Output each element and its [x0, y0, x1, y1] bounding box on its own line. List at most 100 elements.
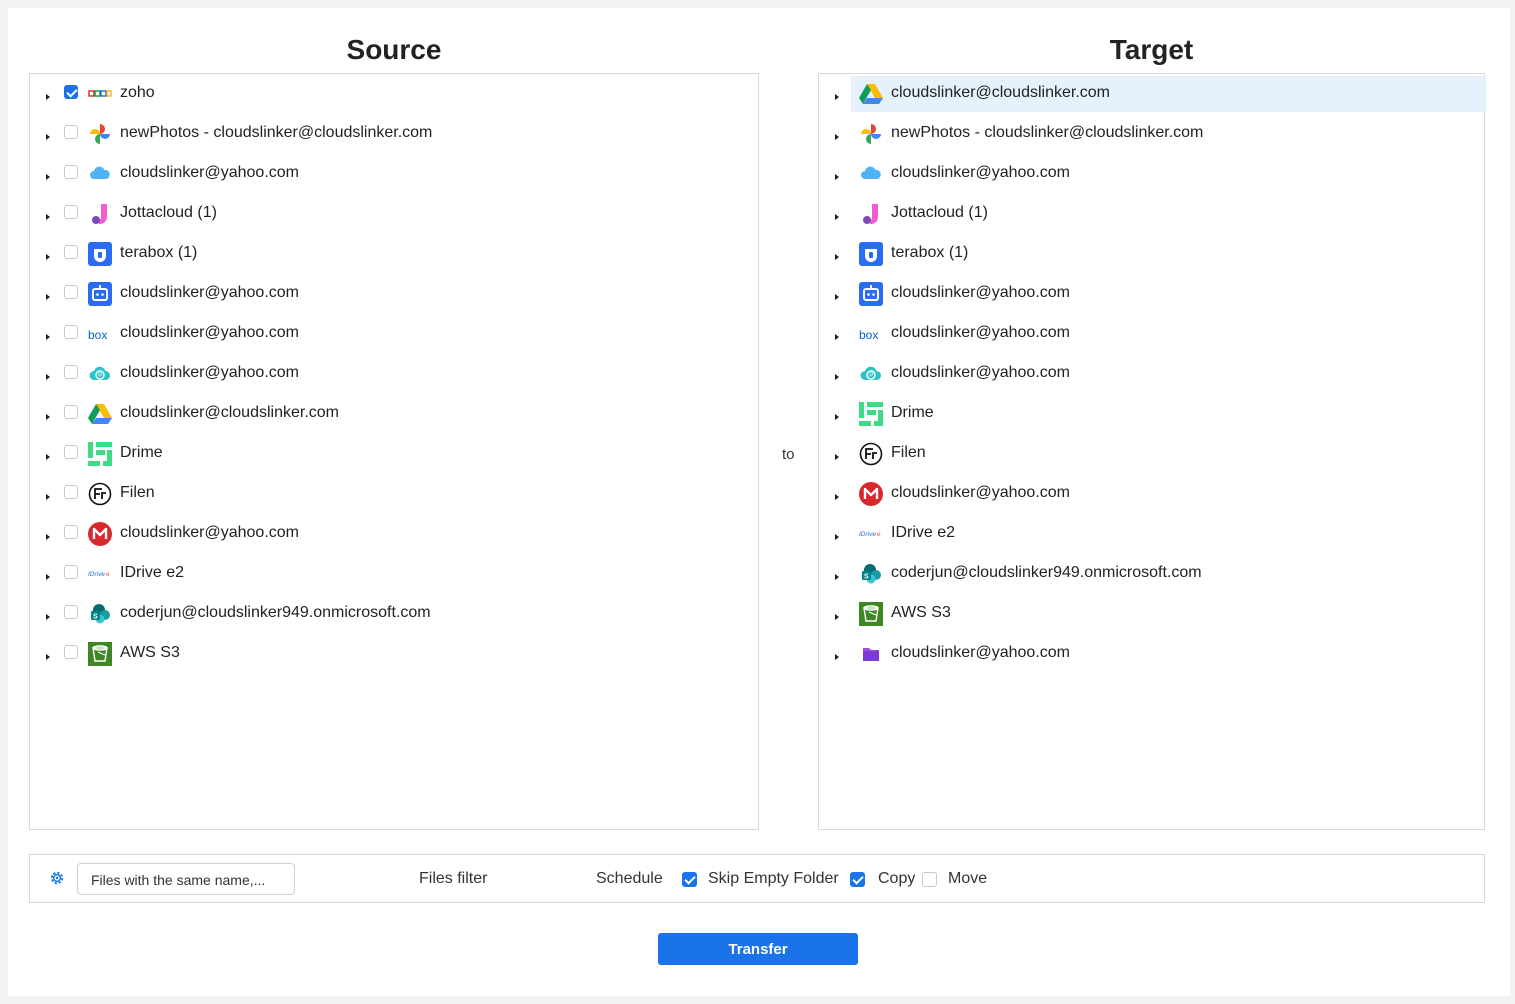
expand-caret-icon[interactable]	[46, 534, 50, 540]
source-tree-row[interactable]: cloudslinker@yahoo.com	[30, 154, 758, 194]
gear-icon[interactable]	[48, 869, 66, 887]
source-item-checkbox[interactable]	[64, 485, 78, 499]
same-name-select[interactable]: Files with the same name,...	[77, 863, 295, 895]
expand-caret-icon[interactable]	[46, 134, 50, 140]
target-item-label[interactable]: Filen	[891, 444, 926, 462]
schedule-link[interactable]: Schedule	[596, 870, 663, 888]
target-item-label[interactable]: Jottacloud (1)	[891, 204, 988, 222]
expand-caret-icon[interactable]	[46, 574, 50, 580]
source-item-checkbox[interactable]	[64, 165, 78, 179]
target-item-label[interactable]: Drime	[891, 404, 934, 422]
target-tree-row[interactable]: cloudslinker@yahoo.com	[819, 634, 1484, 674]
target-tree-row[interactable]: Scoderjun@cloudslinker949.onmicrosoft.co…	[819, 554, 1484, 594]
expand-caret-icon[interactable]	[46, 494, 50, 500]
target-item-label[interactable]: IDrive e2	[891, 524, 955, 542]
target-tree-row[interactable]: Jottacloud (1)	[819, 194, 1484, 234]
files-filter-link[interactable]: Files filter	[419, 870, 487, 888]
expand-caret-icon[interactable]	[835, 254, 839, 260]
source-tree-row[interactable]: AWS S3	[30, 634, 758, 674]
expand-caret-icon[interactable]	[835, 494, 839, 500]
source-tree-row[interactable]: Pcloudslinker@yahoo.com	[30, 354, 758, 394]
source-item-label[interactable]: terabox (1)	[120, 244, 197, 262]
target-tree-row[interactable]: box cloudslinker@yahoo.com	[819, 314, 1484, 354]
source-item-checkbox[interactable]	[64, 85, 78, 99]
target-tree-row[interactable]: cloudslinker@cloudslinker.com	[819, 74, 1486, 114]
expand-caret-icon[interactable]	[46, 214, 50, 220]
expand-caret-icon[interactable]	[835, 574, 839, 580]
expand-caret-icon[interactable]	[835, 174, 839, 180]
target-item-label[interactable]: cloudslinker@yahoo.com	[891, 484, 1070, 502]
source-item-checkbox[interactable]	[64, 645, 78, 659]
source-tree-row[interactable]: cloudslinker@cloudslinker.com	[30, 394, 758, 434]
source-tree-row[interactable]: Scoderjun@cloudslinker949.onmicrosoft.co…	[30, 594, 758, 634]
move-checkbox[interactable]	[922, 872, 937, 887]
expand-caret-icon[interactable]	[46, 374, 50, 380]
source-item-label[interactable]: cloudslinker@cloudslinker.com	[120, 404, 339, 422]
source-item-checkbox[interactable]	[64, 205, 78, 219]
target-tree-row[interactable]: cloudslinker@yahoo.com	[819, 474, 1484, 514]
source-item-label[interactable]: cloudslinker@yahoo.com	[120, 284, 299, 302]
expand-caret-icon[interactable]	[835, 294, 839, 300]
target-tree-row[interactable]: AWS S3	[819, 594, 1484, 634]
source-tree-row[interactable]: Drime	[30, 434, 758, 474]
source-tree-row[interactable]: Jottacloud (1)	[30, 194, 758, 234]
expand-caret-icon[interactable]	[46, 294, 50, 300]
source-item-checkbox[interactable]	[64, 325, 78, 339]
target-item-label[interactable]: cloudslinker@yahoo.com	[891, 364, 1070, 382]
target-tree-row[interactable]: terabox (1)	[819, 234, 1484, 274]
source-tree-row[interactable]: zoho	[30, 74, 758, 114]
source-tree-row[interactable]: cloudslinker@yahoo.com	[30, 514, 758, 554]
expand-caret-icon[interactable]	[46, 254, 50, 260]
target-tree-row[interactable]: Pcloudslinker@yahoo.com	[819, 354, 1484, 394]
target-item-label[interactable]: newPhotos - cloudslinker@cloudslinker.co…	[891, 124, 1203, 142]
target-item-label[interactable]: cloudslinker@yahoo.com	[891, 644, 1070, 662]
source-item-label[interactable]: coderjun@cloudslinker949.onmicrosoft.com	[120, 604, 431, 622]
source-item-checkbox[interactable]	[64, 405, 78, 419]
target-item-label[interactable]: cloudslinker@yahoo.com	[891, 284, 1070, 302]
source-item-label[interactable]: cloudslinker@yahoo.com	[120, 164, 299, 182]
source-item-checkbox[interactable]	[64, 605, 78, 619]
source-item-label[interactable]: cloudslinker@yahoo.com	[120, 364, 299, 382]
source-item-checkbox[interactable]	[64, 525, 78, 539]
copy-checkbox[interactable]	[850, 872, 865, 887]
expand-caret-icon[interactable]	[835, 214, 839, 220]
expand-caret-icon[interactable]	[835, 534, 839, 540]
target-tree-row[interactable]: newPhotos - cloudslinker@cloudslinker.co…	[819, 114, 1484, 154]
transfer-button[interactable]: Transfer	[658, 933, 858, 965]
target-tree-row[interactable]: Drime	[819, 394, 1484, 434]
source-item-label[interactable]: cloudslinker@yahoo.com	[120, 524, 299, 542]
target-item-label[interactable]: AWS S3	[891, 604, 951, 622]
source-item-label[interactable]: Drime	[120, 444, 163, 462]
target-tree-row[interactable]: cloudslinker@yahoo.com	[819, 154, 1484, 194]
expand-caret-icon[interactable]	[46, 454, 50, 460]
target-item-label[interactable]: cloudslinker@yahoo.com	[891, 324, 1070, 342]
source-item-label[interactable]: zoho	[120, 84, 155, 102]
source-item-checkbox[interactable]	[64, 285, 78, 299]
target-item-label[interactable]: cloudslinker@cloudslinker.com	[891, 84, 1110, 102]
source-item-label[interactable]: IDrive e2	[120, 564, 184, 582]
source-item-checkbox[interactable]	[64, 445, 78, 459]
source-item-label[interactable]: AWS S3	[120, 644, 180, 662]
expand-caret-icon[interactable]	[46, 654, 50, 660]
source-item-checkbox[interactable]	[64, 565, 78, 579]
target-tree-row[interactable]: cloudslinker@yahoo.com	[819, 274, 1484, 314]
source-item-checkbox[interactable]	[64, 125, 78, 139]
expand-caret-icon[interactable]	[835, 94, 839, 100]
expand-caret-icon[interactable]	[46, 334, 50, 340]
target-tree-row[interactable]: Filen	[819, 434, 1484, 474]
target-tree-row[interactable]: IDrive e IDrive e2	[819, 514, 1484, 554]
expand-caret-icon[interactable]	[46, 94, 50, 100]
source-item-label[interactable]: newPhotos - cloudslinker@cloudslinker.co…	[120, 124, 432, 142]
source-tree-row[interactable]: box cloudslinker@yahoo.com	[30, 314, 758, 354]
expand-caret-icon[interactable]	[835, 614, 839, 620]
expand-caret-icon[interactable]	[835, 414, 839, 420]
source-tree-row[interactable]: Filen	[30, 474, 758, 514]
expand-caret-icon[interactable]	[46, 174, 50, 180]
expand-caret-icon[interactable]	[835, 334, 839, 340]
expand-caret-icon[interactable]	[835, 134, 839, 140]
target-item-label[interactable]: terabox (1)	[891, 244, 968, 262]
expand-caret-icon[interactable]	[835, 374, 839, 380]
expand-caret-icon[interactable]	[835, 454, 839, 460]
source-item-label[interactable]: Filen	[120, 484, 155, 502]
source-tree-row[interactable]: IDrive e IDrive e2	[30, 554, 758, 594]
